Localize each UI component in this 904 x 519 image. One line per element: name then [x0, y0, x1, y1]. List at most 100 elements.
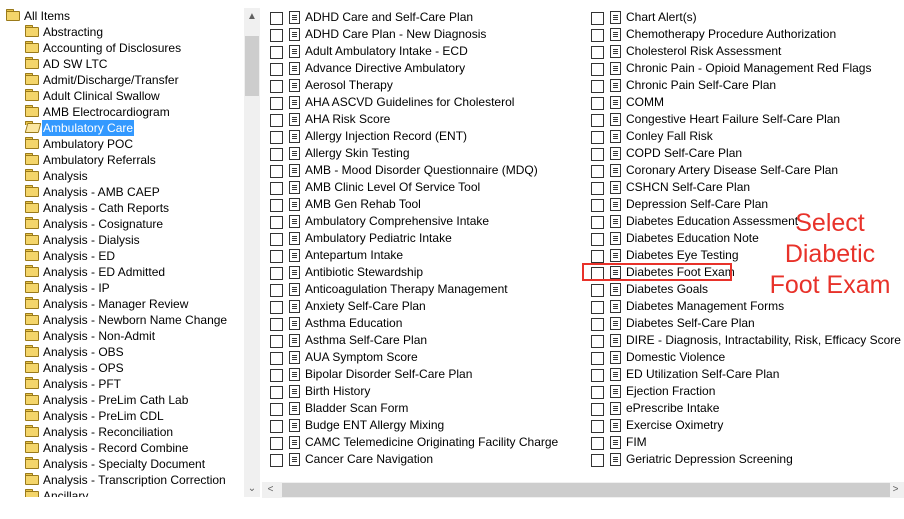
form-checkbox[interactable] [270, 114, 283, 127]
form-checkbox[interactable] [591, 80, 604, 93]
form-checkbox[interactable] [270, 454, 283, 467]
form-list-item[interactable]: Budge ENT Allergy Mixing [270, 417, 570, 434]
tree-item[interactable]: Analysis - Manager Review [0, 296, 244, 312]
form-checkbox[interactable] [270, 437, 283, 450]
form-list-item[interactable]: Aerosol Therapy [270, 77, 570, 94]
form-checkbox[interactable] [591, 335, 604, 348]
form-list-item[interactable]: ADHD Care and Self-Care Plan [270, 9, 570, 26]
form-list-item[interactable]: Advance Directive Ambulatory [270, 60, 570, 77]
form-list-item[interactable]: CAMC Telemedicine Originating Facility C… [270, 434, 570, 451]
form-list-item[interactable]: Asthma Education [270, 315, 570, 332]
form-checkbox[interactable] [591, 301, 604, 314]
tree-item[interactable]: Analysis - AMB CAEP [0, 184, 244, 200]
form-checkbox[interactable] [270, 46, 283, 59]
tree-item[interactable]: Ambulatory POC [0, 136, 244, 152]
form-list-item[interactable]: DIRE - Diagnosis, Intractability, Risk, … [591, 332, 901, 349]
form-checkbox[interactable] [270, 335, 283, 348]
form-list-item[interactable]: Diabetes Self-Care Plan [591, 315, 891, 332]
form-checkbox[interactable] [270, 199, 283, 212]
tree-item[interactable]: Analysis - ED [0, 248, 244, 264]
form-checkbox[interactable] [591, 97, 604, 110]
form-checkbox[interactable] [591, 369, 604, 382]
form-checkbox[interactable] [270, 131, 283, 144]
form-list-item[interactable]: AMB Gen Rehab Tool [270, 196, 570, 213]
form-checkbox[interactable] [270, 318, 283, 331]
form-list-item[interactable]: Allergy Skin Testing [270, 145, 570, 162]
form-checkbox[interactable] [591, 250, 604, 263]
form-list-item[interactable]: CSHCN Self-Care Plan [591, 179, 891, 196]
form-checkbox[interactable] [270, 29, 283, 42]
form-checkbox[interactable] [591, 403, 604, 416]
form-list-item[interactable]: Bladder Scan Form [270, 400, 570, 417]
form-list-item[interactable]: Ambulatory Pediatric Intake [270, 230, 570, 247]
tree-item[interactable]: Analysis - IP [0, 280, 244, 296]
form-list-item[interactable]: Adult Ambulatory Intake - ECD [270, 43, 570, 60]
tree-item[interactable]: Accounting of Disclosures [0, 40, 244, 56]
tree-scroll-thumb[interactable] [245, 36, 259, 96]
form-list-item[interactable]: Geriatric Depression Screening [591, 451, 891, 468]
form-checkbox[interactable] [270, 148, 283, 161]
form-list-item[interactable]: FIM [591, 434, 891, 451]
form-checkbox[interactable] [270, 250, 283, 263]
form-checkbox[interactable] [591, 454, 604, 467]
form-list-item[interactable]: COMM [591, 94, 891, 111]
form-checkbox[interactable] [270, 403, 283, 416]
tree-item[interactable]: Analysis - OPS [0, 360, 244, 376]
form-checkbox[interactable] [591, 29, 604, 42]
forms-scroll-thumb[interactable] [282, 483, 890, 497]
form-list-item[interactable]: Asthma Self-Care Plan [270, 332, 570, 349]
tree-item[interactable]: AD SW LTC [0, 56, 244, 72]
form-checkbox[interactable] [270, 233, 283, 246]
tree-item[interactable]: Analysis - Dialysis [0, 232, 244, 248]
form-list-item[interactable]: Chart Alert(s) [591, 9, 891, 26]
form-checkbox[interactable] [270, 182, 283, 195]
form-checkbox[interactable] [270, 386, 283, 399]
form-checkbox[interactable] [591, 216, 604, 229]
form-list-item[interactable]: Anticoagulation Therapy Management [270, 281, 570, 298]
scroll-right-arrow-icon[interactable]: > [887, 482, 904, 498]
form-list-item[interactable]: ePrescribe Intake [591, 400, 891, 417]
form-list-item[interactable]: AUA Symptom Score [270, 349, 570, 366]
form-checkbox[interactable] [591, 182, 604, 195]
form-checkbox[interactable] [270, 80, 283, 93]
form-checkbox[interactable] [270, 284, 283, 297]
form-checkbox[interactable] [270, 301, 283, 314]
form-checkbox[interactable] [270, 267, 283, 280]
form-list-item[interactable]: ADHD Care Plan - New Diagnosis [270, 26, 570, 43]
folder-tree[interactable]: All Items Abstracting Accounting of Disclo… [0, 8, 260, 497]
form-checkbox[interactable] [270, 369, 283, 382]
form-checkbox[interactable] [591, 148, 604, 161]
form-list-item[interactable]: Chronic Pain - Opioid Management Red Fla… [591, 60, 891, 77]
form-list-item[interactable]: AHA ASCVD Guidelines for Cholesterol [270, 94, 570, 111]
tree-item[interactable]: Analysis [0, 168, 244, 184]
form-checkbox[interactable] [270, 12, 283, 25]
scroll-left-arrow-icon[interactable]: < [262, 482, 279, 498]
form-checkbox[interactable] [591, 131, 604, 144]
form-list-item[interactable]: Exercise Oximetry [591, 417, 891, 434]
form-checkbox[interactable] [270, 420, 283, 433]
form-list-item[interactable]: Bipolar Disorder Self-Care Plan [270, 366, 570, 383]
form-checkbox[interactable] [270, 63, 283, 76]
form-list-item[interactable]: Congestive Heart Failure Self-Care Plan [591, 111, 891, 128]
form-list-item[interactable]: Ejection Fraction [591, 383, 891, 400]
form-list-item[interactable]: AMB Clinic Level Of Service Tool [270, 179, 570, 196]
form-checkbox[interactable] [591, 437, 604, 450]
tree-item[interactable]: Analysis - Record Combine [0, 440, 244, 456]
form-checkbox[interactable] [591, 165, 604, 178]
form-checkbox[interactable] [270, 97, 283, 110]
tree-item[interactable]: Analysis - OBS [0, 344, 244, 360]
form-checkbox[interactable] [591, 46, 604, 59]
form-checkbox[interactable] [591, 114, 604, 127]
form-checkbox[interactable] [270, 216, 283, 229]
tree-item[interactable]: Analysis - Cosignature [0, 216, 244, 232]
tree-item[interactable]: Analysis - Reconciliation [0, 424, 244, 440]
form-list-item[interactable]: Chronic Pain Self-Care Plan [591, 77, 891, 94]
tree-item[interactable]: Ancillary [0, 488, 244, 497]
form-list-item[interactable]: COPD Self-Care Plan [591, 145, 891, 162]
form-checkbox[interactable] [591, 63, 604, 76]
form-checkbox[interactable] [591, 284, 604, 297]
tree-item[interactable]: Admit/Discharge/Transfer [0, 72, 244, 88]
tree-item[interactable]: Analysis - Specialty Document [0, 456, 244, 472]
form-list-item[interactable]: Domestic Violence [591, 349, 891, 366]
form-checkbox[interactable] [591, 318, 604, 331]
